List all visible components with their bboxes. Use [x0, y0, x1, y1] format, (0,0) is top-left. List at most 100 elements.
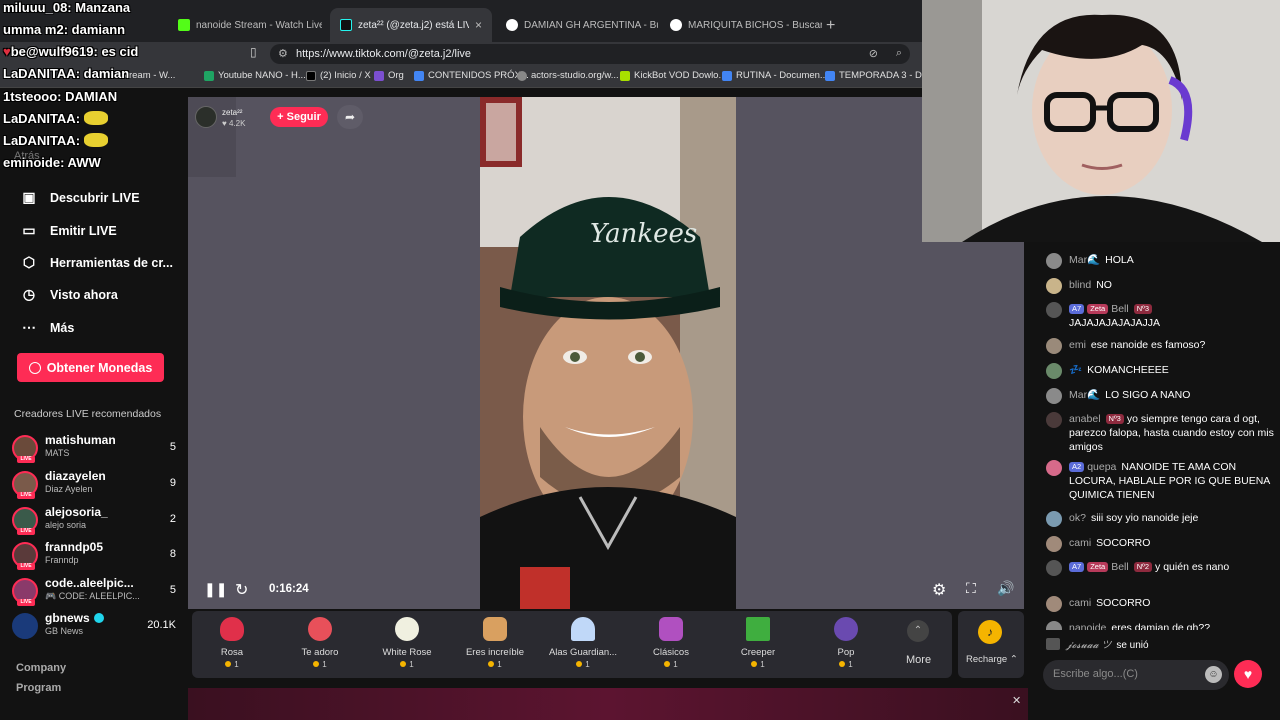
bookmark-item[interactable]: actors-studio.org/w...: [517, 70, 619, 81]
nav-visto-ahora[interactable]: ◷ Visto ahora: [20, 286, 118, 303]
coin-icon: [313, 661, 320, 667]
follow-button[interactable]: + Seguir: [270, 107, 328, 127]
google-icon: [506, 19, 518, 31]
rose-icon: [220, 617, 244, 641]
avatar: [1046, 596, 1062, 612]
nav-emitir-live[interactable]: ▭ Emitir LIVE: [20, 222, 116, 239]
refresh-icon[interactable]: ↻: [235, 580, 248, 600]
promo-banner[interactable]: [188, 688, 1028, 720]
gift-item-creeper[interactable]: Creeper 1: [718, 617, 798, 669]
new-tab-button[interactable]: +: [826, 17, 835, 35]
volume-icon[interactable]: 🔊: [997, 580, 1014, 597]
live-badge: LIVE: [17, 492, 35, 499]
settings-gear-icon[interactable]: ⚙: [932, 580, 946, 600]
bookmark-item[interactable]: TEMPORADA 3 - Do...: [825, 70, 935, 81]
creator-item-franndp05[interactable]: LIVE franndp05 Franndp 8: [12, 540, 180, 570]
avatar: [1046, 412, 1062, 428]
video-frame-image: Yankees: [480, 97, 736, 609]
screen: nanoide Stream - Watch Live on × zeta²² …: [0, 0, 1280, 720]
bookmark-item[interactable]: Youtube NANO - H...: [204, 70, 306, 81]
close-icon[interactable]: ✕: [1012, 694, 1021, 707]
tab-close-icon[interactable]: ×: [469, 18, 482, 32]
coin-icon: [664, 661, 671, 667]
url-field[interactable]: ⚙ https://www.tiktok.com/@zeta.j2/live ⊘…: [270, 44, 910, 64]
recharge-button[interactable]: Recharge ⌃: [966, 654, 1018, 665]
chat-message: cami SOCORRO: [1046, 536, 1274, 552]
rank-badge: Nº3: [1105, 414, 1124, 424]
eye-off-icon[interactable]: ⊘: [869, 47, 878, 60]
host-avatar[interactable]: [195, 106, 217, 128]
host-name[interactable]: zeta²²: [222, 108, 242, 117]
site-info-icon[interactable]: ⚙: [278, 47, 288, 60]
emoji-icon[interactable]: ☺: [1205, 666, 1222, 683]
avatar: LIVE: [12, 471, 38, 499]
tab-kick-stream[interactable]: nanoide Stream - Watch Live on ×: [168, 8, 322, 42]
coin-icon: [751, 661, 758, 667]
tiktok-coin-icon[interactable]: ♪: [978, 620, 1002, 644]
footer-company-link[interactable]: Company: [16, 662, 66, 674]
chat-message: 💤 KOMANCHEEEE: [1046, 363, 1274, 379]
get-coins-button[interactable]: Obtener Monedas: [17, 353, 164, 382]
tools-icon: ⬡: [22, 254, 36, 270]
live-badge: LIVE: [17, 456, 35, 463]
creator-item-alejosoria[interactable]: LIVE alejosoria_ alejo soria 2: [12, 505, 180, 535]
creeper-icon: [746, 617, 770, 641]
tab-google-mariquita[interactable]: MARIQUITA BICHOS - Buscar con G ×: [660, 8, 822, 42]
live-video[interactable]: Yankees: [480, 97, 736, 609]
gift-item-te-adoro[interactable]: Te adoro 1: [280, 617, 360, 669]
bookmark-item[interactable]: (2) Inicio / X: [306, 70, 371, 81]
overlay-chat-line: miluuu_08: Manzana: [3, 0, 131, 15]
verified-icon: [93, 613, 104, 623]
creator-item-gbnews[interactable]: gbnews GB News 20.1K: [12, 611, 180, 641]
coin-icon: [400, 661, 407, 667]
tiktok-sidebar: Atrás ▣ Descubrir LIVE ▭ Emitir LIVE ⬡ H…: [0, 88, 187, 720]
footer-program-link[interactable]: Program: [16, 682, 61, 694]
emote-icon: [83, 133, 108, 147]
creator-item-matishuman[interactable]: LIVE matishuman MATS 5: [12, 433, 180, 463]
creator-item-diazayelen[interactable]: LIVE diazayelen Diaz Ayelen 9: [12, 469, 180, 499]
gift-item-eres-increible[interactable]: Eres increíble 1: [455, 617, 535, 669]
gift-item-clasicos[interactable]: Clásicos 1: [631, 617, 711, 669]
emote-icon: [83, 111, 108, 125]
chat-message: blind NO: [1046, 278, 1274, 294]
chevron-up-icon[interactable]: ⌃: [907, 620, 929, 642]
avatar: LIVE: [12, 578, 38, 606]
tab-google-damian[interactable]: DAMIAN GH ARGENTINA - Buscar co ×: [496, 8, 658, 42]
nav-descubrir-live[interactable]: ▣ Descubrir LIVE: [20, 189, 139, 206]
coin-icon: [488, 661, 495, 667]
overlay-chat-line: LaDANITAA:: [3, 133, 108, 148]
chat-message: cami SOCORRO: [1046, 596, 1274, 612]
tab-tiktok-live[interactable]: zeta²² (@zeta.j2) está LIVE: Ti... ×: [330, 8, 492, 42]
docs-icon: [414, 70, 424, 81]
zoom-icon[interactable]: ⌕: [896, 47, 902, 60]
level-badge: A2: [1069, 462, 1085, 472]
avatar: [1046, 363, 1062, 379]
share-icon[interactable]: ➦: [337, 105, 363, 129]
like-heart-button[interactable]: ♥: [1234, 660, 1262, 688]
gift-item-alas-guardian[interactable]: Alas Guardian... 1: [543, 617, 623, 669]
bookmark-item[interactable]: RUTINA - Documen...: [722, 70, 828, 81]
bookmark-star-icon[interactable]: ▯: [250, 45, 257, 59]
creator-item-code-aleelpic[interactable]: LIVE code..aleelpic... 🎮 CODE: ALEELPIC.…: [12, 576, 180, 606]
docs-icon: [722, 70, 732, 81]
gift-item-pop[interactable]: Pop 1: [806, 617, 886, 669]
gift-item-rosa[interactable]: Rosa 1: [192, 617, 272, 669]
nav-herramientas[interactable]: ⬡ Herramientas de cr...: [20, 254, 173, 271]
pause-icon[interactable]: ❚❚: [204, 581, 227, 598]
more-gifts-button[interactable]: More: [906, 654, 931, 666]
heart-gift-icon: [308, 617, 332, 641]
gift-item-white-rose[interactable]: White Rose 1: [367, 617, 447, 669]
bookmark-item[interactable]: Org: [374, 70, 404, 81]
chat-input[interactable]: Escribe algo...(C): [1043, 660, 1229, 690]
bookmark-item[interactable]: CONTENIDOS PRÓX...: [414, 70, 529, 81]
avatar: [1046, 536, 1062, 552]
live-badge: LIVE: [17, 528, 35, 535]
coin-icon: [839, 661, 846, 667]
heart-icon: ♥: [222, 119, 229, 128]
rank-badge: Nº2: [1133, 562, 1153, 572]
bookmark-item[interactable]: KickBot VOD Dowlo...: [620, 70, 726, 81]
nav-mas[interactable]: ⋯ Más: [20, 319, 74, 336]
fullscreen-icon[interactable]: ⛶: [966, 580, 976, 597]
browser-tab-bar: nanoide Stream - Watch Live on × zeta²² …: [0, 0, 922, 42]
live-timer: 0:16:24: [269, 583, 309, 595]
